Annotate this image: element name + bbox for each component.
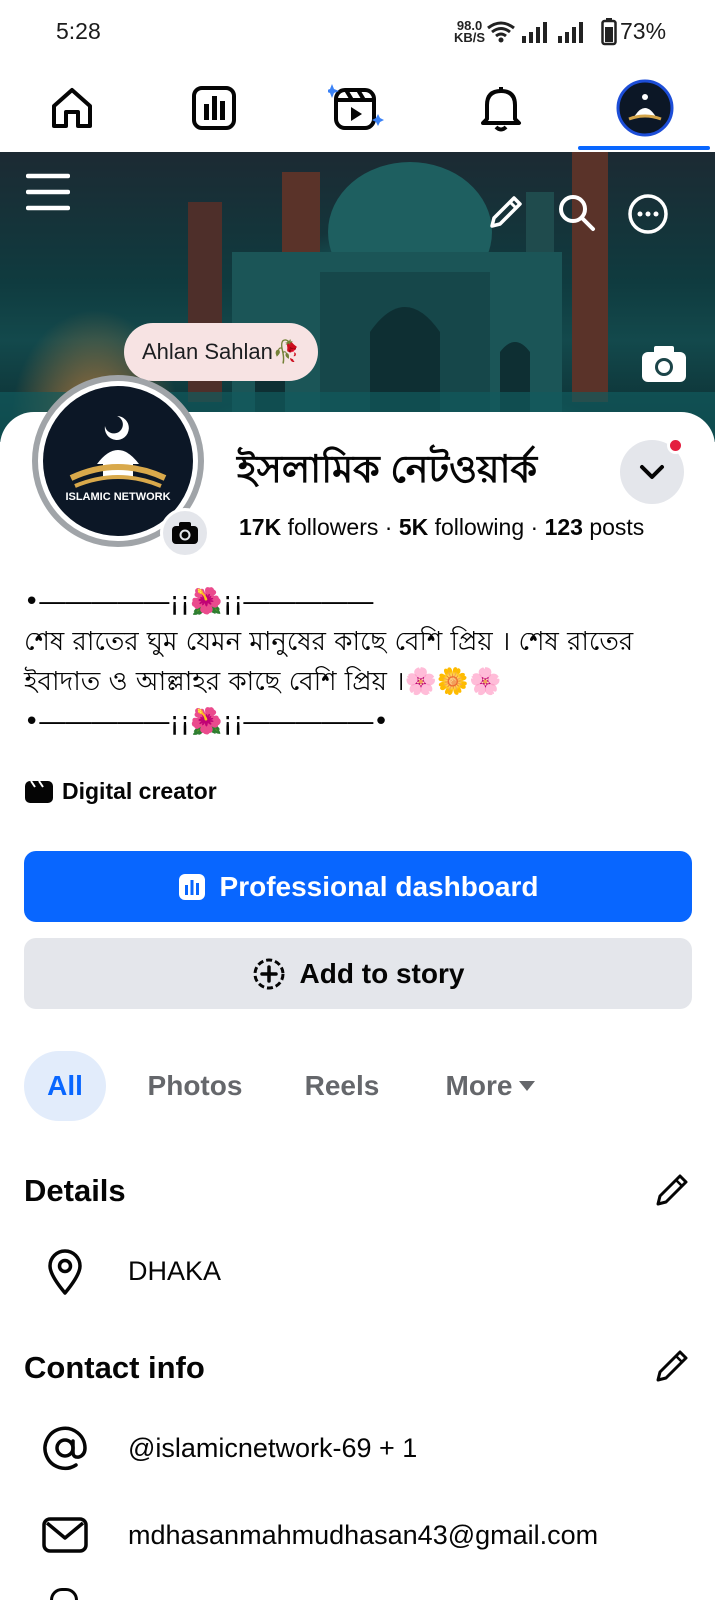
category-label: Digital creator (62, 778, 217, 804)
add-story-icon (253, 958, 285, 989)
location-row-icon (40, 1247, 90, 1297)
active-tab-indicator (578, 146, 710, 150)
tab-more[interactable]: More (436, 1051, 546, 1121)
cover-camera-icon[interactable] (640, 344, 688, 384)
tab-all-label: All (47, 1070, 83, 1101)
status-bar: 5:28 98.0 KB/S 73% (0, 0, 715, 62)
email-text: mdhasanmahmudhasan43@gmail.com (128, 1520, 599, 1550)
add-to-story-button[interactable]: Add to story (24, 938, 692, 1009)
nav-reels[interactable] (328, 80, 384, 136)
bell-icon (481, 87, 521, 132)
signal-icon-2 (558, 22, 583, 43)
profile-category: Digital creator (24, 778, 217, 805)
location-text: DHAKA (128, 1256, 222, 1286)
greeting-text: Ahlan Sahlan🥀 (142, 339, 301, 364)
tab-all[interactable]: All (24, 1051, 106, 1121)
add-to-story-label: Add to story (299, 957, 465, 989)
wifi-icon (487, 21, 515, 43)
professional-dashboard-button[interactable]: Professional dashboard (24, 851, 692, 922)
nav-profile[interactable] (615, 78, 675, 138)
notification-dot (667, 437, 684, 454)
clapperboard-icon (25, 779, 53, 803)
profile-avatar-icon (616, 79, 674, 137)
network-speed-unit: KB/S (454, 30, 486, 45)
nav-dashboard[interactable] (186, 80, 242, 136)
details-title: Details (24, 1173, 126, 1208)
top-nav (0, 62, 715, 154)
location-pin-icon (48, 1249, 82, 1295)
following-link[interactable]: 5K following (399, 514, 524, 540)
bio-line-3: •―――――¡¡🌺¡¡―――――• (24, 707, 389, 737)
dashboard-icon (178, 873, 205, 900)
profile-bio: •―――――¡¡🌺¡¡――――― শেষ রাতের ঘুম যেমন মানু… (24, 582, 684, 742)
greeting-bubble[interactable]: Ahlan Sahlan🥀 (124, 323, 319, 381)
tab-more-label: More (445, 1070, 513, 1101)
at-sign-icon (43, 1426, 87, 1471)
followers-link[interactable]: 17K followers (239, 514, 378, 540)
stats-separator: · (530, 514, 539, 540)
tab-reels-label: Reels (304, 1070, 380, 1101)
menu-icon[interactable] (26, 170, 70, 214)
envelope-icon (42, 1517, 88, 1553)
stats-separator: · (384, 514, 393, 540)
username-row-icon (40, 1423, 90, 1473)
chevron-down-icon (640, 465, 664, 479)
camera-icon (172, 522, 198, 544)
caret-down-icon (519, 1081, 536, 1091)
profile-stats: 17K followers · 5K following · 123 posts (239, 514, 644, 541)
bio-line-2: শেষ রাতের ঘুম যেমন মানুষের কাছে বেশি প্র… (24, 627, 634, 697)
avatar-camera-button[interactable] (160, 508, 210, 558)
home-icon (52, 88, 92, 128)
edit-cover-pencil-icon[interactable] (486, 192, 526, 232)
email-row-icon (40, 1510, 90, 1560)
status-time: 5:28 (56, 18, 101, 44)
dashboard-icon (192, 86, 236, 130)
edit-details-pencil-icon[interactable] (652, 1170, 692, 1210)
contact-info-title: Contact info (24, 1350, 205, 1385)
tab-photos-label: Photos (147, 1070, 243, 1101)
tab-photos[interactable]: Photos (140, 1051, 250, 1121)
username-text: @islamicnetwork-69 + 1 (128, 1433, 418, 1463)
battery-percent: 73% (620, 18, 667, 44)
signal-icon-1 (522, 22, 547, 43)
avatar-logo-text: ISLAMIC NETWORK (65, 491, 170, 503)
nav-notifications[interactable] (473, 80, 529, 136)
bio-line-1: •―――――¡¡🌺¡¡――――― (24, 587, 374, 617)
battery-icon (601, 18, 617, 46)
more-options-icon[interactable] (627, 193, 669, 235)
professional-dashboard-label: Professional dashboard (219, 870, 539, 902)
posts-count: 123 posts (544, 514, 645, 540)
tab-reels[interactable]: Reels (296, 1051, 388, 1121)
search-icon[interactable] (557, 193, 597, 233)
network-speed: 98.0 KB/S (454, 19, 486, 45)
profile-name: ইসলামিক নেটওয়ার্ক (237, 449, 538, 491)
reels-icon (328, 84, 384, 130)
edit-contact-pencil-icon[interactable] (652, 1346, 692, 1386)
nav-home[interactable] (44, 80, 100, 136)
